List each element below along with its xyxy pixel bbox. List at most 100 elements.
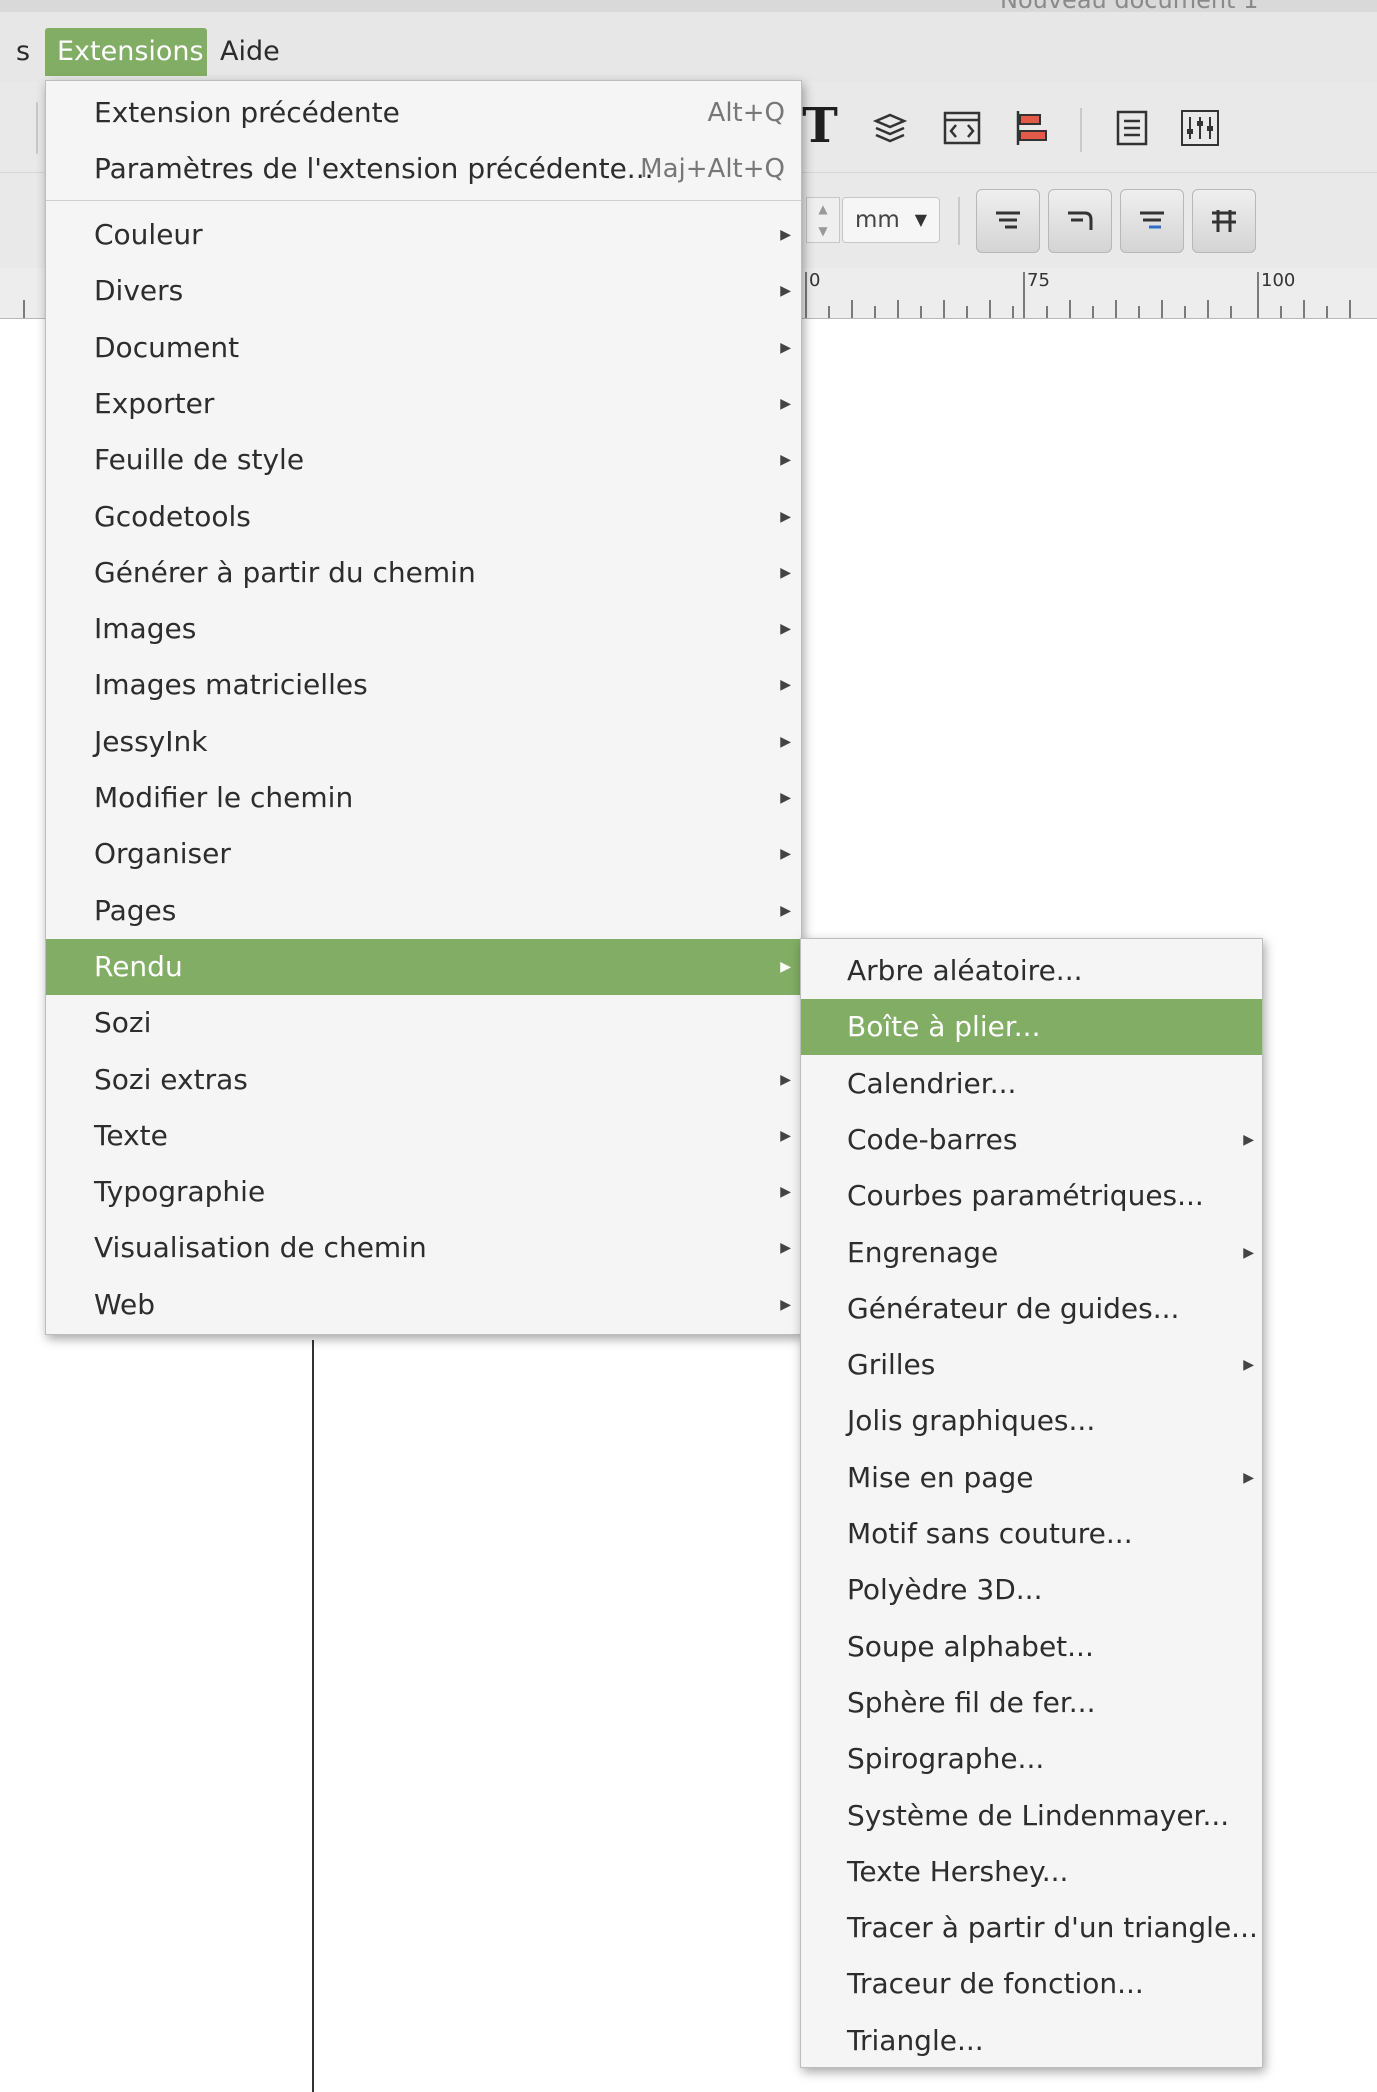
menu-item-extension-precedente[interactable]: Extension précédente Alt+Q (46, 85, 801, 141)
submenu-arrow-icon: ▶ (780, 1072, 791, 1088)
menu-item-document[interactable]: Document ▶ (46, 320, 801, 376)
snap-button-4[interactable] (1192, 189, 1256, 253)
submenu-item-triangle[interactable]: Triangle... (801, 2013, 1262, 2069)
submenu-arrow-icon: ▶ (780, 1297, 791, 1313)
menu-item-label: Rendu (94, 950, 183, 983)
menu-item-label: Texte (94, 1119, 168, 1152)
submenu-item-arbre-aleatoire[interactable]: Arbre aléatoire... (801, 943, 1262, 999)
menu-item-label: JessyInk (94, 725, 208, 758)
menu-item-generer-a-partir-du-chemin[interactable]: Générer à partir du chemin ▶ (46, 545, 801, 601)
menu-item-label: Organiser (94, 837, 231, 870)
submenu-item-generateur-de-guides[interactable]: Générateur de guides... (801, 1281, 1262, 1337)
menubar-item-aide[interactable]: Aide (208, 28, 292, 76)
submenu-item-engrenage[interactable]: Engrenage ▶ (801, 1225, 1262, 1281)
menu-item-label: Couleur (94, 218, 203, 251)
align-distribute-icon[interactable] (1008, 106, 1052, 150)
menu-item-label: Web (94, 1288, 156, 1321)
menu-item-label: Sozi (94, 1006, 152, 1039)
menu-item-couleur[interactable]: Couleur ▶ (46, 207, 801, 263)
menubar-item-extensions[interactable]: Extensions (45, 28, 207, 76)
menu-item-feuille-de-style[interactable]: Feuille de style ▶ (46, 432, 801, 488)
menu-item-label: Sozi extras (94, 1063, 248, 1096)
menu-item-divers[interactable]: Divers ▶ (46, 263, 801, 319)
submenu-arrow-icon: ▶ (780, 1184, 791, 1200)
submenu-item-traceur-de-fonction[interactable]: Traceur de fonction... (801, 1956, 1262, 2012)
menu-item-label: Modifier le chemin (94, 781, 354, 814)
menu-item-jessyink[interactable]: JessyInk ▶ (46, 714, 801, 770)
menu-item-label: Pages (94, 894, 177, 927)
menu-item-rendu[interactable]: Rendu ▶ (46, 939, 801, 995)
menu-item-sozi[interactable]: Sozi (46, 995, 801, 1051)
submenu-item-jolis-graphiques[interactable]: Jolis graphiques... (801, 1393, 1262, 1449)
submenu-item-grilles[interactable]: Grilles ▶ (801, 1337, 1262, 1393)
ruler-label: 0 (809, 270, 821, 291)
menu-item-label: Grilles (847, 1348, 936, 1381)
ruler-label: 100 (1261, 270, 1296, 291)
submenu-item-calendrier[interactable]: Calendrier... (801, 1056, 1262, 1112)
menu-item-organiser[interactable]: Organiser ▶ (46, 826, 801, 882)
menu-item-sozi-extras[interactable]: Sozi extras ▶ (46, 1052, 801, 1108)
submenu-item-spirographe[interactable]: Spirographe... (801, 1731, 1262, 1787)
snap-button-1[interactable] (976, 189, 1040, 253)
menu-item-label: Triangle... (847, 2024, 984, 2057)
toolbar-separator (958, 197, 960, 245)
menu-item-typographie[interactable]: Typographie ▶ (46, 1164, 801, 1220)
submenu-arrow-icon: ▶ (780, 790, 791, 806)
submenu-item-sphere-fil-de-fer[interactable]: Sphère fil de fer... (801, 1675, 1262, 1731)
menu-item-label: Jolis graphiques... (847, 1404, 1096, 1437)
snap-button-2[interactable] (1048, 189, 1112, 253)
menu-item-web[interactable]: Web ▶ (46, 1277, 801, 1333)
menu-item-parametres-de-l-extension-precedente[interactable]: Paramètres de l'extension précédente... M… (46, 141, 801, 197)
submenu-item-mise-en-page[interactable]: Mise en page ▶ (801, 1450, 1262, 1506)
menu-item-label: Système de Lindenmayer... (847, 1799, 1230, 1832)
submenu-arrow-icon: ▶ (780, 227, 791, 243)
menu-item-label: Soupe alphabet... (847, 1630, 1094, 1663)
menu-item-visualisation-de-chemin[interactable]: Visualisation de chemin ▶ (46, 1220, 801, 1276)
menu-item-gcodetools[interactable]: Gcodetools ▶ (46, 489, 801, 545)
submenu-item-code-barres[interactable]: Code-barres ▶ (801, 1112, 1262, 1168)
document-properties-icon[interactable] (1110, 106, 1154, 150)
extensions-menu: Extension précédente Alt+Q Paramètres de l… (45, 80, 802, 1335)
text-tool-icon[interactable]: T (798, 98, 842, 154)
menu-item-label: Exporter (94, 387, 215, 420)
menu-item-label: Document (94, 331, 240, 364)
submenu-arrow-icon: ▶ (780, 396, 791, 412)
menu-item-label: Images matricielles (94, 668, 368, 701)
submenu-item-polyedre-3d[interactable]: Polyèdre 3D... (801, 1562, 1262, 1618)
menubar-item-previous[interactable]: s (10, 28, 36, 76)
menu-item-label: Polyèdre 3D... (847, 1573, 1043, 1606)
submenu-item-systeme-de-lindenmayer[interactable]: Système de Lindenmayer... (801, 1788, 1262, 1844)
submenu-item-motif-sans-couture[interactable]: Motif sans couture... (801, 1506, 1262, 1562)
unit-select[interactable]: mm ▼ (842, 197, 940, 243)
submenu-item-soupe-alphabet[interactable]: Soupe alphabet... (801, 1619, 1262, 1675)
menu-separator (46, 200, 801, 201)
submenu-item-boite-a-plier[interactable]: Boîte à plier... (801, 999, 1262, 1055)
menu-item-pages[interactable]: Pages ▶ (46, 883, 801, 939)
submenu-arrow-icon: ▶ (780, 734, 791, 750)
submenu-item-tracer-a-partir-d-un-triangle[interactable]: Tracer à partir d'un triangle... (801, 1900, 1262, 1956)
snap-button-3[interactable] (1120, 189, 1184, 253)
menu-item-label: Arbre aléatoire... (847, 954, 1083, 987)
page-border (312, 1340, 314, 2092)
ruler-label: 75 (1027, 270, 1050, 291)
layers-icon[interactable] (868, 106, 912, 150)
keyboard-shortcut: Maj+Alt+Q (640, 154, 785, 184)
menu-item-texte[interactable]: Texte ▶ (46, 1108, 801, 1164)
submenu-arrow-icon: ▶ (1243, 1357, 1254, 1373)
preferences-icon[interactable] (1178, 106, 1222, 150)
submenu-arrow-icon: ▶ (780, 509, 791, 525)
menu-item-images[interactable]: Images ▶ (46, 601, 801, 657)
submenu-item-courbes-parametriques[interactable]: Courbes paramétriques... (801, 1168, 1262, 1224)
menu-item-label: Visualisation de chemin (94, 1231, 427, 1264)
submenu-item-texte-hershey[interactable]: Texte Hershey... (801, 1844, 1262, 1900)
unit-select-value: mm (855, 207, 900, 233)
menu-item-label: Tracer à partir d'un triangle... (847, 1911, 1258, 1944)
spin-button[interactable]: ▲ ▼ (806, 197, 840, 243)
menu-item-images-matricielles[interactable]: Images matricielles ▶ (46, 657, 801, 713)
chevron-down-icon: ▼ (914, 210, 927, 229)
xml-editor-icon[interactable] (940, 106, 984, 150)
submenu-arrow-icon: ▶ (780, 565, 791, 581)
submenu-arrow-icon: ▶ (1243, 1132, 1254, 1148)
menu-item-exporter[interactable]: Exporter ▶ (46, 376, 801, 432)
menu-item-modifier-le-chemin[interactable]: Modifier le chemin ▶ (46, 770, 801, 826)
